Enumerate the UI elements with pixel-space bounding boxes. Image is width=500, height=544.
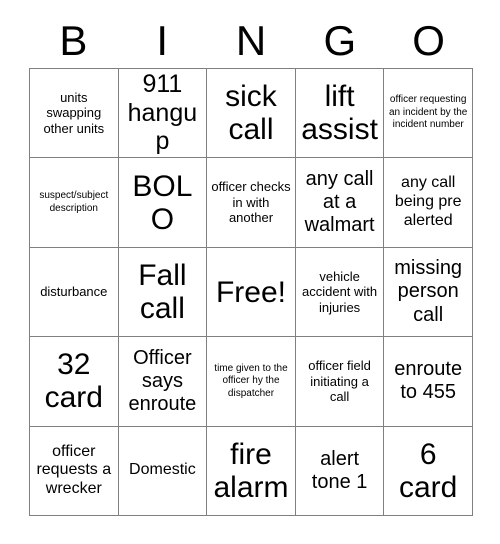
bingo-cell-label: vehicle accident with injuries: [302, 268, 378, 315]
bingo-cell-g4[interactable]: officer field initiating a call: [295, 337, 385, 427]
bingo-cell-i1[interactable]: 911 hangup: [118, 69, 208, 159]
bingo-header-row: B I N G O: [29, 13, 473, 68]
bingo-cell-label: Domestic: [129, 461, 196, 479]
bingo-cell-n2[interactable]: officer checks in with another: [207, 158, 296, 248]
bingo-header-letter-b: B: [59, 16, 88, 64]
bingo-cell-label: Officer says enroute: [128, 346, 197, 416]
bingo-cell-g5[interactable]: alert tone 1: [295, 426, 385, 517]
bingo-header-letter-o: O: [412, 16, 445, 64]
bingo-cell-label: sick call: [225, 80, 277, 147]
bingo-cell-o4[interactable]: enroute to 455: [384, 337, 473, 427]
bingo-row: disturbance Fall call Free! vehicle acci…: [30, 247, 473, 338]
bingo-cell-b4[interactable]: 32 card: [30, 337, 119, 427]
bingo-header-letter-g: G: [323, 16, 357, 64]
bingo-cell-label: BOLO: [132, 169, 193, 236]
bingo-cell-label: 6 card: [398, 437, 458, 504]
bingo-cell-label: missing person call: [394, 257, 463, 326]
bingo-grid: units swapping other units 911 hangup si…: [29, 68, 473, 517]
bingo-cell-i5[interactable]: Domestic: [118, 426, 208, 517]
bingo-cell-label: time given to the officer hy the dispatc…: [214, 362, 288, 399]
bingo-row: suspect/subject description BOLO officer…: [30, 158, 473, 248]
bingo-cell-n5[interactable]: fire alarm: [207, 426, 296, 517]
bingo-header-letter-i: I: [156, 16, 169, 64]
bingo-cell-label: any call being pre alerted: [394, 174, 462, 230]
bingo-cell-label: 911 hangup: [127, 70, 198, 156]
bingo-cell-o2[interactable]: any call being pre alerted: [384, 158, 473, 248]
bingo-cell-label: any call at a walmart: [304, 167, 375, 237]
bingo-cell-g3[interactable]: vehicle accident with injuries: [295, 247, 385, 338]
bingo-cell-i2[interactable]: BOLO: [118, 158, 208, 248]
bingo-cell-b5[interactable]: officer requests a wrecker: [30, 426, 119, 517]
bingo-cell-label: Fall call: [138, 259, 187, 326]
bingo-header-letter-n: N: [235, 16, 267, 64]
bingo-cell-b2[interactable]: suspect/subject description: [30, 158, 119, 248]
bingo-cell-label: officer checks in with another: [211, 179, 291, 226]
bingo-cell-o3[interactable]: missing person call: [384, 247, 473, 338]
bingo-cell-label: officer requesting an incident by the in…: [388, 94, 468, 131]
bingo-card: B I N G O units swapping other units 911…: [0, 0, 500, 544]
bingo-cell-label: lift assist: [301, 80, 378, 147]
bingo-free-space-label: Free!: [215, 275, 286, 309]
bingo-cell-label: alert tone 1: [311, 447, 368, 493]
bingo-row: units swapping other units 911 hangup si…: [30, 69, 473, 159]
bingo-cell-b1[interactable]: units swapping other units: [30, 69, 119, 159]
bingo-cell-i4[interactable]: Officer says enroute: [118, 337, 208, 427]
bingo-cell-i3[interactable]: Fall call: [118, 247, 208, 338]
bingo-cell-label: officer requests a wrecker: [36, 442, 112, 498]
bingo-cell-n4[interactable]: time given to the officer hy the dispatc…: [207, 337, 296, 427]
bingo-cell-label: fire alarm: [213, 437, 289, 504]
bingo-cell-b3[interactable]: disturbance: [30, 247, 119, 338]
bingo-cell-label: enroute to 455: [394, 358, 463, 404]
bingo-cell-n1[interactable]: sick call: [207, 69, 296, 159]
bingo-cell-label: disturbance: [40, 284, 108, 300]
bingo-cell-free-space[interactable]: Free!: [207, 247, 296, 338]
bingo-row: officer requests a wrecker Domestic fire…: [30, 426, 473, 517]
bingo-cell-label: 32 card: [44, 348, 103, 415]
bingo-cell-o1[interactable]: officer requesting an incident by the in…: [384, 69, 473, 159]
bingo-cell-label: suspect/subject description: [39, 190, 109, 214]
bingo-cell-g2[interactable]: any call at a walmart: [295, 158, 385, 248]
bingo-cell-g1[interactable]: lift assist: [295, 69, 385, 159]
bingo-cell-label: officer field initiating a call: [308, 358, 371, 405]
bingo-cell-o5[interactable]: 6 card: [384, 426, 473, 517]
bingo-row: 32 card Officer says enroute time given …: [30, 337, 473, 427]
bingo-cell-label: units swapping other units: [43, 89, 105, 136]
